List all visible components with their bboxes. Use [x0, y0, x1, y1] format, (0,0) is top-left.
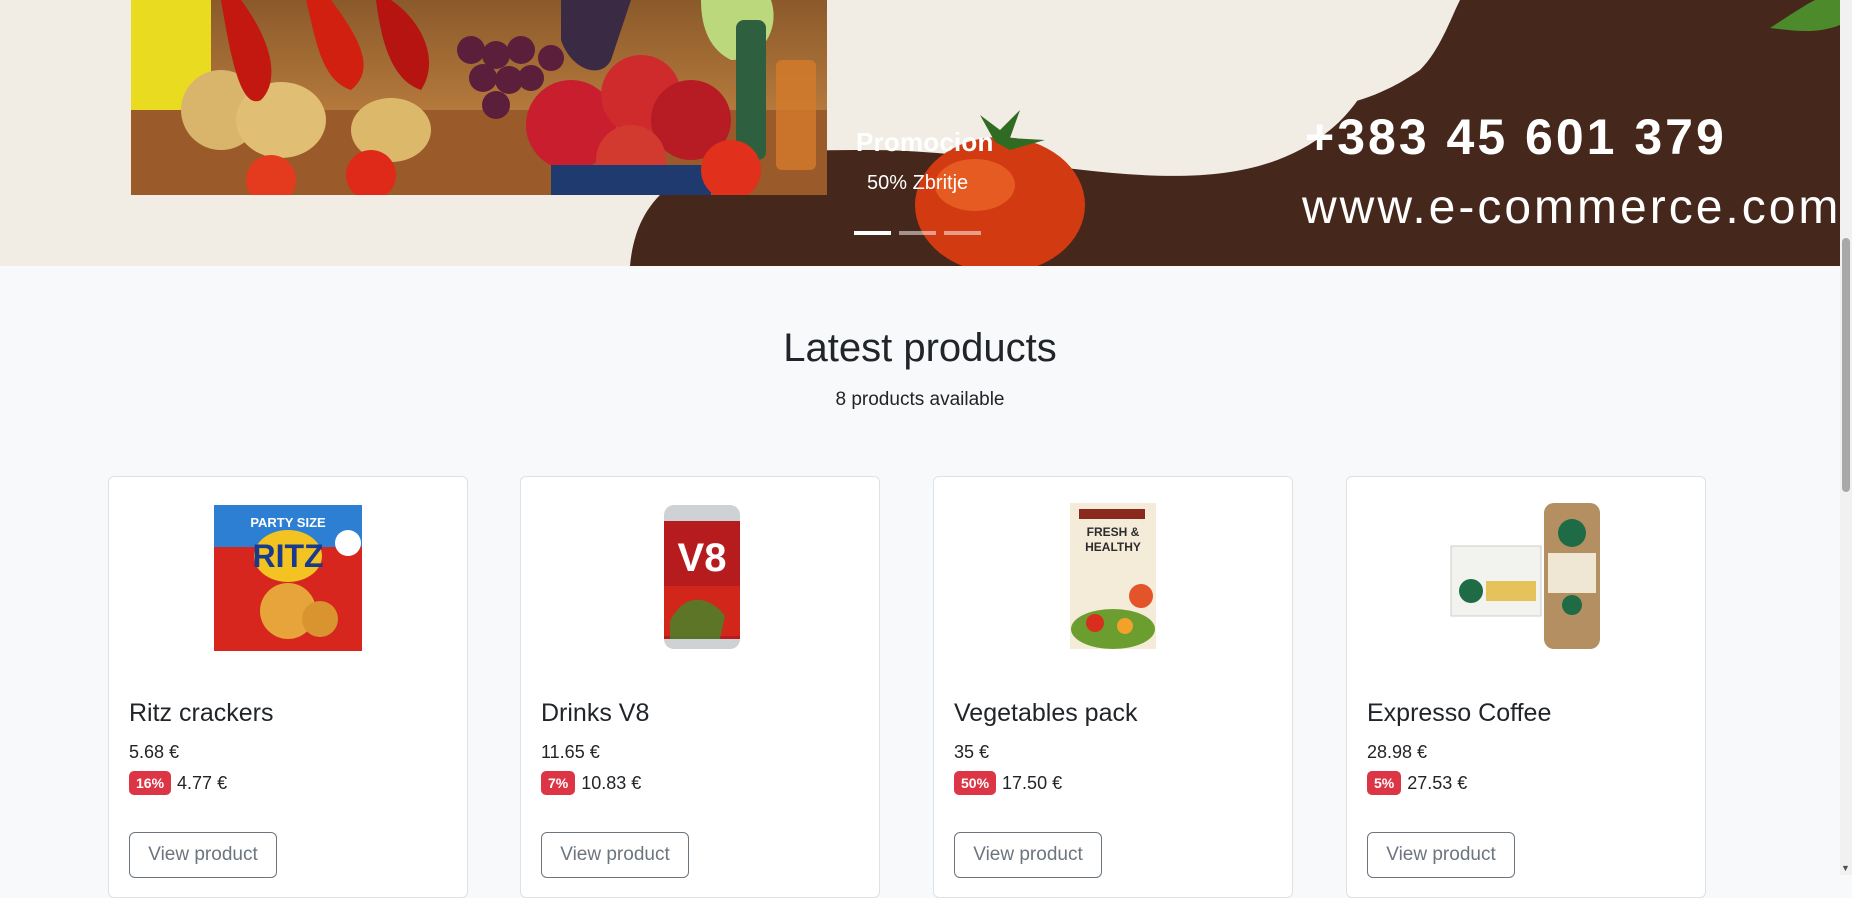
svg-text:FRESH &: FRESH & — [1087, 525, 1140, 539]
view-product-button[interactable]: View product — [541, 832, 689, 878]
scroll-down-arrow-icon[interactable]: ▼ — [1841, 863, 1850, 873]
starbucks-doubleshot-image — [1450, 503, 1600, 649]
banner-website: www.e-commerce.com — [1302, 181, 1840, 234]
svg-text:PARTY SIZE: PARTY SIZE — [250, 515, 326, 530]
v8-can-image: V8 — [664, 505, 740, 649]
promo-title: Promocion — [856, 127, 994, 157]
sale-price: 4.77 € — [177, 772, 228, 793]
price-row: 16% 4.77 € — [129, 771, 227, 795]
price-row: 5% 27.53 € — [1367, 771, 1467, 795]
view-product-button[interactable]: View product — [129, 832, 277, 878]
carousel-indicator-1[interactable] — [854, 231, 891, 235]
product-price: 5.68 € — [129, 742, 180, 762]
page-scrollbar[interactable]: ▼ — [1840, 0, 1852, 875]
section-title: Latest products — [783, 326, 1057, 370]
products-count: 8 products available — [835, 389, 1005, 410]
sale-price: 17.50 € — [1002, 772, 1063, 793]
product-card: V8 Drinks V8 11.65 € 7% 10.83 € View pro… — [520, 476, 880, 898]
discount-badge: 7% — [541, 771, 576, 795]
promo-carousel[interactable]: Promocion 50% Zbritje +383 45 601 379 ww… — [0, 0, 1840, 266]
product-price: 28.98 € — [1367, 742, 1428, 762]
carousel-indicator-2[interactable] — [899, 231, 936, 235]
discount-badge: 16% — [129, 771, 172, 795]
carousel-indicators — [854, 231, 981, 235]
svg-text:V8: V8 — [678, 536, 727, 580]
product-name: Expresso Coffee — [1367, 699, 1552, 727]
svg-text:RITZ: RITZ — [252, 538, 323, 574]
product-name: Vegetables pack — [954, 699, 1138, 727]
svg-text:HEALTHY: HEALTHY — [1085, 540, 1141, 554]
price-row: 50% 17.50 € — [954, 771, 1062, 795]
produce-photo — [131, 0, 827, 195]
product-price: 35 € — [954, 742, 990, 762]
product-name: Drinks V8 — [541, 699, 650, 727]
sale-price: 27.53 € — [1407, 772, 1468, 793]
ritz-box-image: PARTY SIZE RITZ — [214, 505, 362, 651]
sale-price: 10.83 € — [581, 772, 642, 793]
product-card: PARTY SIZE RITZ Ritz crackers 5.68 € 16%… — [108, 476, 468, 898]
banner-phone-number: +383 45 601 379 — [1305, 109, 1727, 165]
product-price: 11.65 € — [541, 742, 600, 762]
discount-badge: 50% — [954, 771, 997, 795]
discount-badge: 5% — [1367, 771, 1402, 795]
scrollbar-thumb[interactable] — [1842, 238, 1850, 492]
product-card: Expresso Coffee 28.98 € 5% 27.53 € View … — [1346, 476, 1706, 898]
view-product-button[interactable]: View product — [1367, 832, 1515, 878]
product-card: FRESH & HEALTHY Vegetables pack 35 € 50%… — [933, 476, 1293, 898]
vegetables-flyer-image: FRESH & HEALTHY — [1070, 503, 1156, 649]
price-row: 7% 10.83 € — [541, 771, 641, 795]
promo-subtitle: 50% Zbritje — [867, 172, 969, 194]
view-product-button[interactable]: View product — [954, 832, 1102, 878]
carousel-indicator-3[interactable] — [944, 231, 981, 235]
product-name: Ritz crackers — [129, 699, 274, 727]
